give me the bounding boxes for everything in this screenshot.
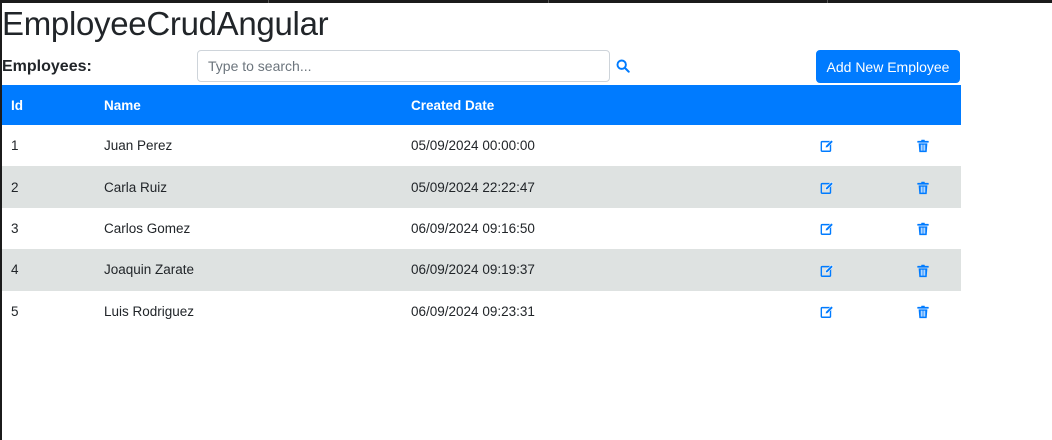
header-delete — [907, 85, 961, 125]
cell-delete — [907, 291, 961, 332]
edit-icon[interactable] — [820, 181, 834, 195]
table-header-row: Id Name Created Date — [2, 85, 961, 125]
cell-name: Luis Rodriguez — [104, 303, 195, 319]
table-row: 1 Juan Perez 05/09/2024 00:00:00 — [2, 125, 961, 166]
table-row: 5 Luis Rodriguez 06/09/2024 09:23:31 — [2, 291, 961, 332]
cell-edit — [811, 125, 907, 166]
cell-delete — [907, 166, 961, 207]
table-row: 3 Carlos Gomez 06/09/2024 09:16:50 — [2, 208, 961, 249]
cell-edit — [811, 208, 907, 249]
page-title: EmployeeCrudAngular — [2, 5, 329, 42]
cell-created-date: 05/09/2024 00:00:00 — [411, 138, 535, 154]
cell-id: 2 — [11, 179, 19, 195]
header-id: Id — [11, 97, 23, 113]
employees-table: Id Name Created Date 1 Juan Perez 05/09/… — [2, 85, 961, 332]
cell-name: Carlos Gomez — [104, 220, 191, 236]
table-row: 4 Joaquin Zarate 06/09/2024 09:19:37 — [2, 249, 961, 291]
cell-name: Juan Perez — [104, 138, 173, 154]
cell-id: 4 — [11, 262, 19, 278]
cell-edit — [811, 249, 907, 290]
edit-icon[interactable] — [820, 264, 834, 278]
cell-id: 1 — [11, 138, 19, 154]
header-edit — [811, 85, 907, 125]
cell-delete — [907, 249, 961, 290]
cell-created-date: 05/09/2024 22:22:47 — [411, 179, 535, 195]
cell-delete — [907, 208, 961, 249]
employees-label: Employees: — [2, 58, 92, 75]
cell-name: Carla Ruiz — [104, 179, 168, 195]
cell-created-date: 06/09/2024 09:16:50 — [411, 220, 535, 236]
cell-id: 3 — [11, 220, 19, 236]
edit-icon[interactable] — [820, 139, 834, 153]
cell-created-date: 06/09/2024 09:23:31 — [411, 303, 535, 319]
cell-created-date: 06/09/2024 09:19:37 — [411, 262, 535, 278]
edit-icon[interactable] — [820, 222, 834, 236]
header-created-date: Created Date — [411, 97, 495, 113]
search-icon[interactable] — [616, 59, 630, 73]
cell-edit — [811, 166, 907, 207]
trash-icon[interactable] — [916, 181, 930, 195]
window-top-border — [0, 0, 1052, 3]
table-row: 2 Carla Ruiz 05/09/2024 22:22:47 — [2, 166, 961, 208]
trash-icon[interactable] — [916, 139, 930, 153]
edit-icon[interactable] — [820, 305, 834, 319]
search-input[interactable] — [197, 50, 610, 82]
trash-icon[interactable] — [916, 305, 930, 319]
cell-edit — [811, 291, 907, 332]
cell-delete — [907, 125, 961, 166]
trash-icon[interactable] — [916, 264, 930, 278]
header-name: Name — [104, 97, 141, 113]
table-body: 1 Juan Perez 05/09/2024 00:00:00 2 Carla… — [2, 125, 961, 332]
cell-name: Joaquin Zarate — [104, 262, 195, 278]
cell-id: 5 — [11, 303, 19, 319]
trash-icon[interactable] — [916, 222, 930, 236]
add-employee-button[interactable]: Add New Employee — [816, 50, 960, 83]
